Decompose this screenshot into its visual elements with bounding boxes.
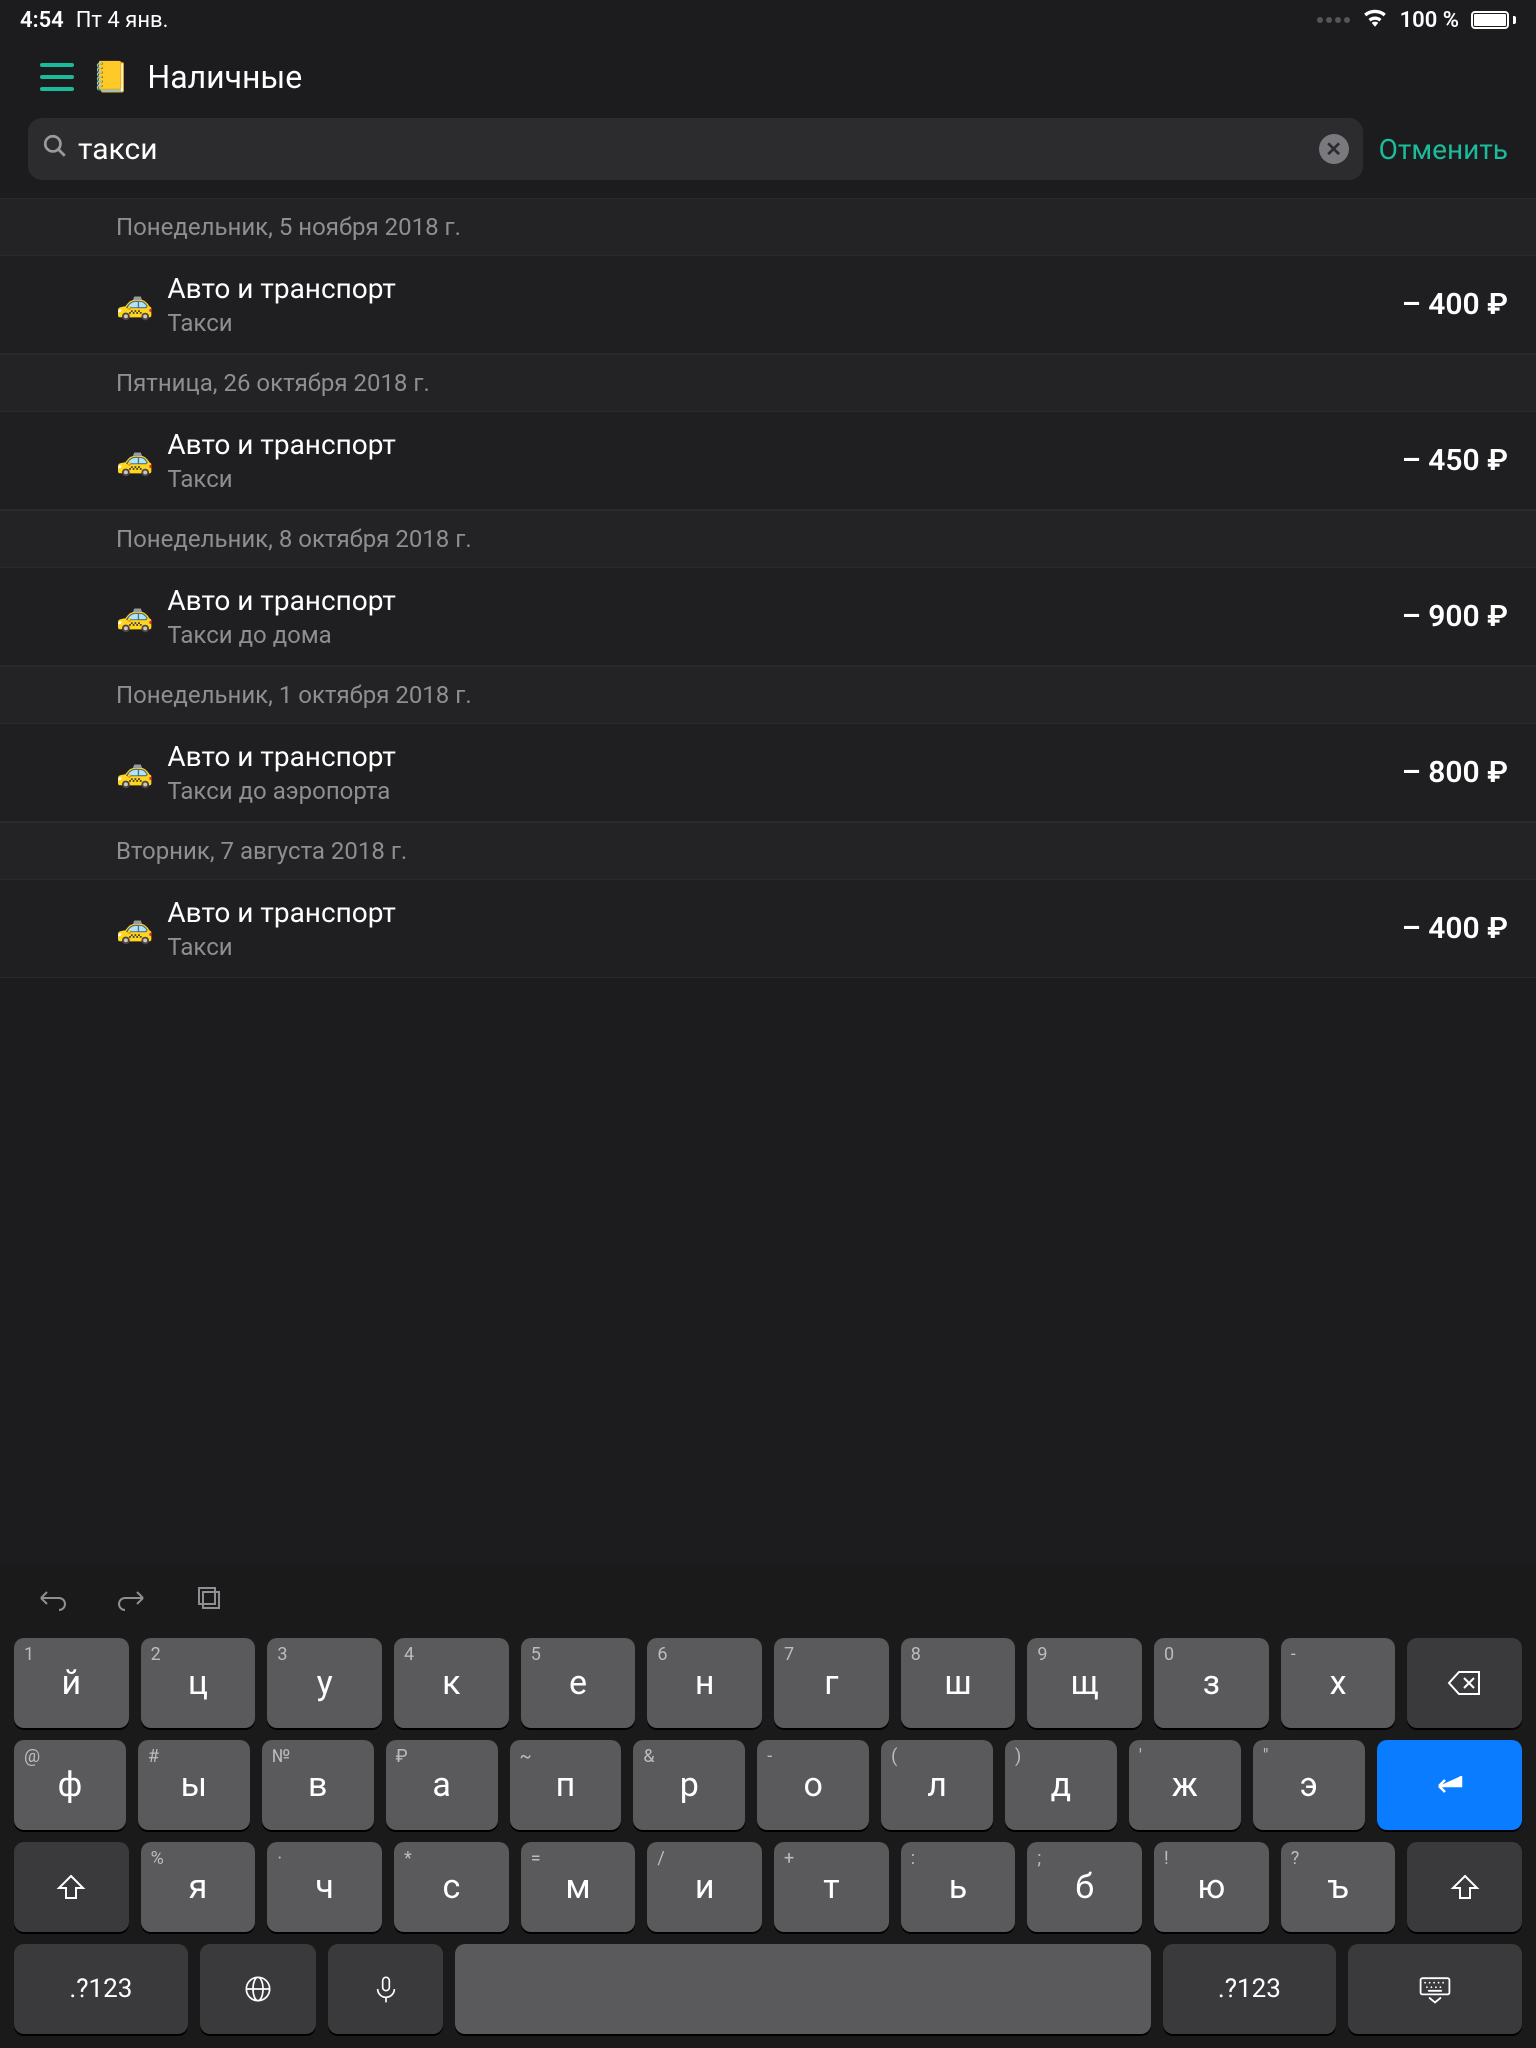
key-т[interactable]: +т [774, 1842, 889, 1932]
key-а[interactable]: ₽а [386, 1740, 498, 1830]
key-к[interactable]: 4к [394, 1638, 509, 1728]
date-header: Вторник, 7 августа 2018 г. [0, 822, 1536, 880]
shift-key[interactable] [1407, 1842, 1522, 1932]
status-bar: 4:54 Пт 4 янв. 100 % [0, 0, 1536, 40]
key-у[interactable]: 3у [267, 1638, 382, 1728]
key-й[interactable]: 1й [14, 1638, 129, 1728]
date-header: Пятница, 26 октября 2018 г. [0, 354, 1536, 412]
key-п[interactable]: ~п [510, 1740, 622, 1830]
page-title: Наличные [147, 58, 302, 96]
redo-button[interactable] [112, 1582, 152, 1614]
battery-percent: 100 % [1400, 8, 1459, 33]
status-date: Пт 4 янв. [76, 8, 169, 33]
transaction-note: Такси [167, 933, 1401, 961]
taxi-icon: 🚕 [116, 755, 153, 790]
mic-key[interactable] [328, 1944, 444, 2034]
key-ы[interactable]: #ы [138, 1740, 250, 1830]
key-ж[interactable]: 'ж [1129, 1740, 1241, 1830]
date-header: Понедельник, 1 октября 2018 г. [0, 666, 1536, 724]
key-б[interactable]: ;б [1027, 1842, 1142, 1932]
search-row: ✕ Отменить [0, 118, 1536, 198]
transaction-row[interactable]: 🚕 Авто и транспорт Такси– 450 ₽ [0, 412, 1536, 510]
key-э[interactable]: "э [1253, 1740, 1365, 1830]
status-time: 4:54 [20, 8, 64, 33]
transaction-amount: – 450 ₽ [1402, 443, 1508, 478]
transaction-row[interactable]: 🚕 Авто и транспорт Такси– 400 ₽ [0, 256, 1536, 354]
app-header: 📒 Наличные [0, 40, 1536, 118]
undo-button[interactable] [32, 1582, 72, 1614]
clear-search-button[interactable]: ✕ [1319, 134, 1349, 164]
numbers-key[interactable]: .?123 [14, 1944, 188, 2034]
globe-key[interactable] [200, 1944, 316, 2034]
key-ф[interactable]: @ф [14, 1740, 126, 1830]
transaction-list: Понедельник, 5 ноября 2018 г. 🚕 Авто и тра… [0, 198, 1536, 978]
key-щ[interactable]: 9щ [1027, 1638, 1142, 1728]
taxi-icon: 🚕 [116, 911, 153, 946]
backspace-key[interactable] [1407, 1638, 1522, 1728]
key-в[interactable]: №в [262, 1740, 374, 1830]
hide-keyboard-key[interactable] [1348, 1944, 1522, 2034]
transaction-note: Такси до аэропорта [167, 777, 1401, 805]
key-г[interactable]: 7г [774, 1638, 889, 1728]
key-х[interactable]: -х [1281, 1638, 1396, 1728]
transaction-category: Авто и транспорт [167, 584, 1401, 617]
search-box[interactable]: ✕ [28, 118, 1363, 180]
clipboard-button[interactable] [192, 1582, 232, 1614]
key-ю[interactable]: !ю [1154, 1842, 1269, 1932]
enter-key[interactable] [1377, 1740, 1522, 1830]
key-ц[interactable]: 2ц [141, 1638, 256, 1728]
transaction-note: Такси [167, 309, 1401, 337]
search-input[interactable] [78, 132, 1319, 167]
key-р[interactable]: &р [633, 1740, 745, 1830]
space-key[interactable] [455, 1944, 1150, 2034]
wifi-icon [1362, 7, 1388, 33]
transaction-row[interactable]: 🚕 Авто и транспорт Такси до дома– 900 ₽ [0, 568, 1536, 666]
transaction-category: Авто и транспорт [167, 428, 1401, 461]
key-ь[interactable]: :ь [901, 1842, 1016, 1932]
transaction-amount: – 900 ₽ [1402, 599, 1508, 634]
key-м[interactable]: =м [521, 1842, 636, 1932]
date-header: Понедельник, 8 октября 2018 г. [0, 510, 1536, 568]
key-с[interactable]: *с [394, 1842, 509, 1932]
menu-button[interactable] [40, 63, 74, 91]
key-д[interactable]: )д [1005, 1740, 1117, 1830]
key-н[interactable]: 6н [647, 1638, 762, 1728]
key-ъ[interactable]: ?ъ [1281, 1842, 1396, 1932]
taxi-icon: 🚕 [116, 287, 153, 322]
transaction-row[interactable]: 🚕 Авто и транспорт Такси до аэропорта– 800… [0, 724, 1536, 822]
taxi-icon: 🚕 [116, 599, 153, 634]
key-о[interactable]: -о [757, 1740, 869, 1830]
transaction-amount: – 800 ₽ [1402, 755, 1508, 790]
transaction-amount: – 400 ₽ [1402, 287, 1508, 322]
search-icon [42, 133, 68, 166]
transaction-note: Такси до дома [167, 621, 1401, 649]
key-я[interactable]: %я [141, 1842, 256, 1932]
cellular-dots-icon [1317, 17, 1350, 23]
transaction-category: Авто и транспорт [167, 740, 1401, 773]
date-header: Понедельник, 5 ноября 2018 г. [0, 198, 1536, 256]
transaction-category: Авто и транспорт [167, 272, 1401, 305]
transaction-category: Авто и транспорт [167, 896, 1401, 929]
key-и[interactable]: /и [647, 1842, 762, 1932]
transaction-note: Такси [167, 465, 1401, 493]
shift-key[interactable] [14, 1842, 129, 1932]
keyboard: 1й2ц3у4к5е6н7г8ш9щ0з-х @ф#ы№в₽а~п&р-о(л)… [0, 1564, 1536, 2048]
wallet-icon: 📒 [92, 60, 129, 95]
taxi-icon: 🚕 [116, 443, 153, 478]
key-ш[interactable]: 8ш [901, 1638, 1016, 1728]
keyboard-toolbar [0, 1564, 1536, 1632]
key-е[interactable]: 5е [521, 1638, 636, 1728]
key-з[interactable]: 0з [1154, 1638, 1269, 1728]
key-л[interactable]: (л [881, 1740, 993, 1830]
key-ч[interactable]: ·ч [267, 1842, 382, 1932]
battery-icon [1471, 11, 1516, 29]
transaction-amount: – 400 ₽ [1402, 911, 1508, 946]
transaction-row[interactable]: 🚕 Авто и транспорт Такси– 400 ₽ [0, 880, 1536, 978]
numbers-key[interactable]: .?123 [1163, 1944, 1337, 2034]
cancel-button[interactable]: Отменить [1379, 133, 1508, 166]
